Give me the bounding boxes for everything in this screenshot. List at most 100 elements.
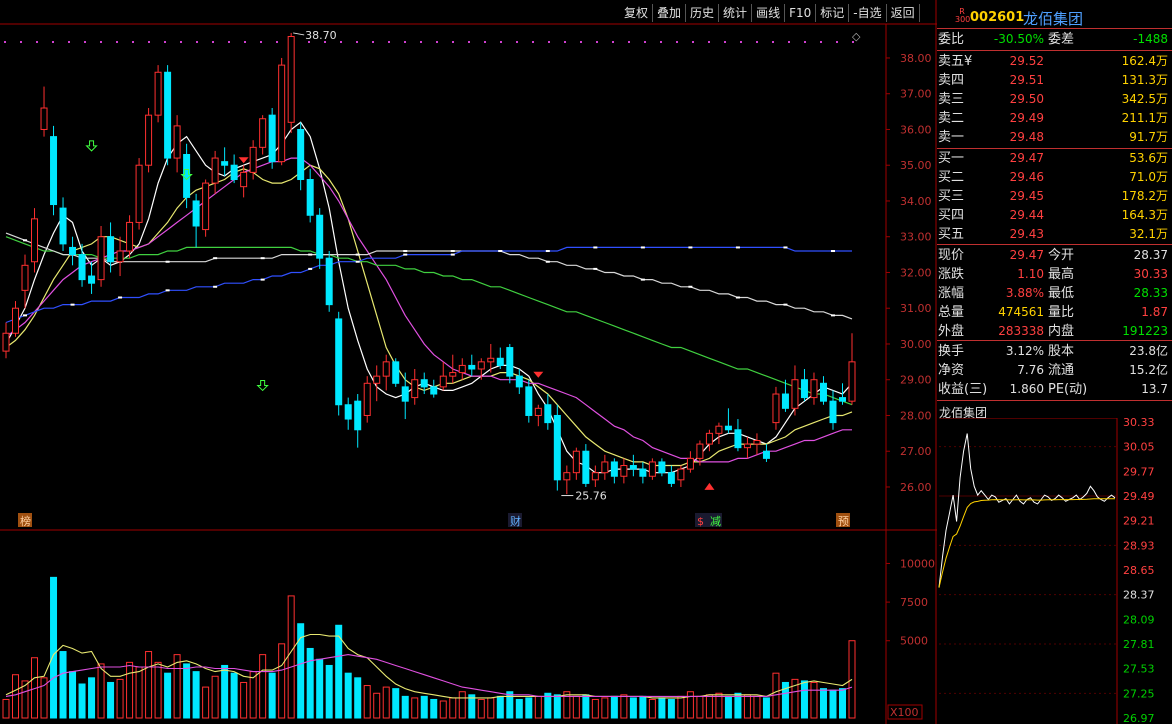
buy-label: 买四 xyxy=(938,208,965,223)
fundamental-row: 收益(三) 1.860 PE(动) 13.7 xyxy=(937,380,1170,399)
top-dot-marker xyxy=(740,41,742,43)
volume-bar xyxy=(88,677,96,719)
volume-bar xyxy=(553,694,561,719)
candle-body xyxy=(69,246,77,256)
top-dot-marker xyxy=(772,41,774,43)
toolbar-button-7[interactable]: -自选 xyxy=(849,4,887,22)
volume-bar xyxy=(173,654,181,719)
top-dot-marker xyxy=(692,41,694,43)
buy-price: 29.45 xyxy=(1009,189,1044,203)
volume-bar xyxy=(116,678,124,719)
candle-body xyxy=(515,375,523,388)
toolbar-button-6[interactable]: 标记 xyxy=(816,4,850,22)
candle-body xyxy=(772,393,780,424)
intraday-mini-chart[interactable]: 30.33 30.05 29.77 29.49 29.21 28.93 28.65 28.37… xyxy=(937,418,1172,724)
fund-value: 3.12% xyxy=(1005,344,1044,358)
candle-body xyxy=(582,450,590,484)
sell-row: 卖三 29.50 342.5万 xyxy=(937,90,1170,109)
volume-bar xyxy=(544,692,552,719)
candle-body xyxy=(382,361,390,377)
volume-bar xyxy=(12,674,20,719)
candle-body xyxy=(401,386,409,402)
volume-bar xyxy=(601,697,609,719)
quote-row: 涨跌 1.10 最高 30.33 xyxy=(937,265,1170,284)
top-dot-marker xyxy=(244,41,246,43)
ma-dot xyxy=(260,278,265,281)
event-mark-0: 榜 xyxy=(20,514,31,528)
candle-body xyxy=(240,171,248,188)
sell-price: 29.48 xyxy=(1009,130,1044,144)
price-tick-label: 32.00 xyxy=(900,266,932,279)
candle-body xyxy=(601,461,609,474)
buy-volume: 164.3万 xyxy=(1121,208,1168,222)
weicha-label: 委差 xyxy=(1048,32,1075,47)
sell-row: 卖五¥ 29.52 162.4万 xyxy=(937,52,1170,71)
price-tick-label: 34.00 xyxy=(900,195,932,208)
volume-bar xyxy=(411,697,419,719)
fund-label-2: 股本 xyxy=(1048,344,1075,359)
volume-bar xyxy=(107,681,115,719)
volume-bar xyxy=(420,695,428,719)
sell-row: 卖二 29.49 211.1万 xyxy=(937,109,1170,128)
top-dot-marker xyxy=(340,41,342,43)
candle-body xyxy=(686,457,694,470)
kline-chart-area[interactable]: ◇ 38.00 37.00 36.00 35.00 34.00 33.00 32.00 31.… xyxy=(0,0,937,724)
volume-bar xyxy=(249,671,257,719)
buy-label: 买二 xyxy=(938,170,965,185)
sell-price: 29.51 xyxy=(1009,73,1044,87)
stock-name[interactable]: 龙佰集团 xyxy=(1023,8,1083,29)
candle-body xyxy=(762,450,770,459)
candle-body xyxy=(97,236,105,281)
mini-price-line xyxy=(938,433,1116,588)
top-dot-marker xyxy=(500,41,502,43)
quote-label-2: 最低 xyxy=(1048,286,1075,301)
toolbar-button-2[interactable]: 历史 xyxy=(686,4,720,22)
ma-dot xyxy=(23,239,28,242)
sell-label: 卖五¥ xyxy=(938,54,973,69)
toolbar-button-0[interactable]: 复权 xyxy=(620,4,654,22)
mini-price-tick: 28.37 xyxy=(1123,589,1155,602)
candle-body xyxy=(230,164,238,181)
volume-bar xyxy=(629,697,637,719)
toolbar-button-5[interactable]: F10 xyxy=(785,4,817,22)
toolbar-button-3[interactable]: 统计 xyxy=(719,4,753,22)
candle-body xyxy=(183,153,191,198)
signal-arrow-icon xyxy=(704,482,715,490)
toolbar-button-8[interactable]: 返回 xyxy=(887,4,920,22)
volume-bar xyxy=(230,672,238,719)
top-dot-marker xyxy=(356,41,358,43)
ma-line xyxy=(5,164,853,467)
ma-dot xyxy=(118,296,123,299)
candle-body xyxy=(506,347,514,377)
top-dot-marker xyxy=(644,41,646,43)
buy-label: 买五 xyxy=(938,227,965,242)
volume-bar xyxy=(69,671,77,719)
ma-dot xyxy=(735,296,740,299)
top-dot-marker xyxy=(628,41,630,43)
ma-dot xyxy=(830,314,835,317)
top-dot-marker xyxy=(708,41,710,43)
ma-dot xyxy=(688,285,693,288)
stock-code[interactable]: 002601 xyxy=(970,10,1024,25)
toolbar-button-4[interactable]: 画线 xyxy=(752,4,786,22)
top-dot-marker xyxy=(516,41,518,43)
ma-dot xyxy=(735,246,740,249)
volume-bar xyxy=(183,663,191,719)
volume-bar xyxy=(430,698,438,719)
ma-dot xyxy=(403,253,408,256)
volume-bar xyxy=(810,681,818,719)
buy-row: 买五 29.43 32.1万 xyxy=(937,225,1170,244)
quote-value-2: 30.33 xyxy=(1133,267,1168,281)
buy-label: 买一 xyxy=(938,151,965,166)
sell-label: 卖二 xyxy=(938,111,965,126)
quote-row: 外盘 283338 内盘 191223 xyxy=(937,322,1170,341)
volume-bar xyxy=(686,691,694,719)
top-dot-marker xyxy=(788,41,790,43)
candle-body xyxy=(287,36,295,123)
volume-bar xyxy=(373,692,381,719)
toolbar-button-1[interactable]: 叠加 xyxy=(653,4,687,22)
top-dot-marker xyxy=(196,41,198,43)
ma-dot xyxy=(165,260,170,263)
volume-bar xyxy=(192,671,200,719)
buy-price: 29.43 xyxy=(1009,227,1044,241)
